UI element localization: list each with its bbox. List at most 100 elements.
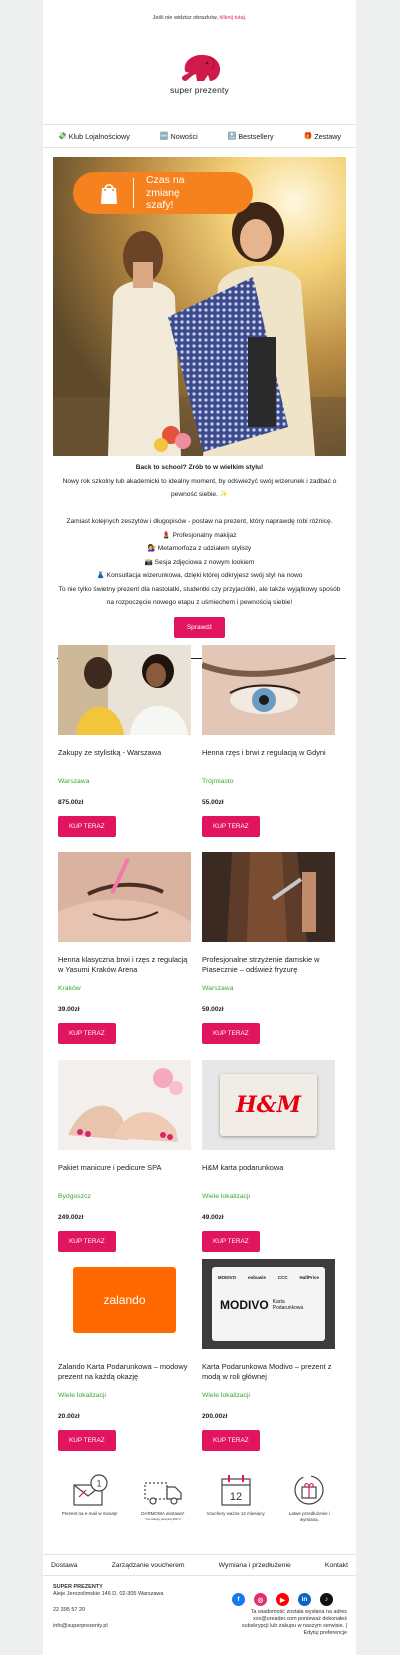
product-photo[interactable]: [58, 645, 191, 735]
modivo-card-label: Karta Podarunkowa: [272, 1299, 304, 1311]
instagram-icon[interactable]: ◎: [254, 1593, 267, 1606]
check-button[interactable]: Sprawdź: [173, 616, 226, 638]
company-email[interactable]: info@superprezenty.pl: [53, 1623, 163, 1630]
zalando-gift-card: zalando: [73, 1267, 176, 1333]
product-card: Henna klasyczna brwi i rzęs z regulacją …: [58, 852, 191, 1044]
product-price: 39.00zł: [58, 1006, 80, 1013]
product-card: MODIVO eobuwie CCC HalfPrice MODIVO Karta P…: [202, 1259, 335, 1451]
product-location: Wiele lokalizacji: [202, 1392, 250, 1399]
intro-list-item: 💇‍♀️ Metamorfoza z udziałem stylisty: [147, 545, 252, 552]
footer-link-delivery[interactable]: Dostawa: [51, 1562, 77, 1569]
product-card: Henna rzęs i brwi z regulacją w Gdyni Tr…: [202, 645, 335, 837]
view-online-link[interactable]: kliknij tutaj.: [220, 15, 247, 21]
footer-navigation: Dostawa Zarządzanie voucherem Wymiana i …: [43, 1554, 356, 1576]
footer-link-exchange[interactable]: Wymiana i przedłużenie: [219, 1562, 291, 1569]
buy-now-button[interactable]: KUP TERAZ: [202, 1231, 260, 1252]
new-icon: 🆕: [159, 133, 169, 140]
product-price: 249.00zł: [58, 1214, 84, 1221]
nav-item-new[interactable]: 🆕 Nowości: [160, 132, 198, 141]
product-photo[interactable]: [202, 645, 335, 735]
envelope-icon: 1: [73, 1474, 108, 1506]
product-price: 875.00zł: [58, 799, 84, 806]
product-title[interactable]: Profesjonalne strzyżenie damskie w Piase…: [202, 955, 335, 975]
shopping-bag-icon: [101, 183, 117, 204]
tiktok-icon[interactable]: ♪: [320, 1593, 333, 1606]
intro-paragraph: Zamiast kolejnych zeszytów i długopisów …: [66, 518, 333, 525]
gift-icon: 🎁: [303, 133, 313, 140]
brand-logo[interactable]: super prezenty: [43, 53, 356, 117]
product-title[interactable]: Karta Podarunkowa Modivo – prezent z mod…: [202, 1362, 335, 1382]
product-photo[interactable]: [58, 1060, 191, 1150]
product-title[interactable]: Henna klasyczna brwi i rzęs z regulacją …: [58, 955, 191, 975]
preheader: Jeśli nie widzisz obrazków, kliknij tuta…: [43, 0, 356, 36]
footer-link-contact[interactable]: Kontakt: [325, 1562, 348, 1569]
features-bar: 1 Prezent na e-mail w minutę! DARMOWA do…: [53, 1473, 346, 1522]
money-icon: 💸: [57, 133, 67, 140]
company-info: SUPER PREZENTY Aleje Jerozolimskie 146 D…: [53, 1584, 163, 1630]
intro-list-item: 👗 Konsultacja wizerunkowa, dzięki której…: [96, 572, 303, 579]
product-photo[interactable]: [58, 852, 191, 942]
product-title[interactable]: Pakiet manicure i pedicure SPA: [58, 1163, 191, 1183]
product-price: 55.00zł: [202, 799, 224, 806]
pill-separator: [133, 178, 134, 208]
facebook-icon[interactable]: f: [232, 1593, 245, 1606]
buy-now-button[interactable]: KUP TERAZ: [202, 1430, 260, 1451]
product-price: 20.00zł: [58, 1413, 80, 1420]
hero-banner[interactable]: Czas na zmianę szafy!: [53, 157, 346, 456]
svg-text:1: 1: [96, 1479, 101, 1489]
nav-item-sets[interactable]: 🎁 Zestawy: [304, 132, 341, 141]
company-phone[interactable]: 22 395 57 20: [53, 1607, 163, 1614]
hero-headline-pill: Czas na zmianę szafy!: [73, 172, 253, 214]
intro-list-item: 📸 Sesja zdjęciowa z nowym lookiem: [144, 558, 255, 566]
product-location: Bydgoszcz: [58, 1193, 91, 1200]
product-price: 200.00zł: [202, 1413, 228, 1420]
product-title[interactable]: Zalando Karta Podarunkowa – modowy preze…: [58, 1362, 191, 1382]
nav-label: Bestsellery: [238, 131, 274, 141]
elephant-logo-icon: [181, 54, 220, 81]
product-location: Trójmiasto: [202, 778, 234, 785]
product-photo[interactable]: zalando: [58, 1259, 191, 1349]
company-address: Aleje Jerozolimskie 146 D, 02-305 Warsza…: [53, 1591, 164, 1597]
product-photo[interactable]: [202, 852, 335, 942]
nav-label: Nowości: [170, 131, 198, 141]
product-card: Profesjonalne strzyżenie damskie w Piase…: [202, 852, 335, 1044]
product-card: Pakiet manicure i pedicure SPA Bydgoszcz…: [58, 1060, 191, 1252]
hm-logo: H&M: [235, 1092, 301, 1118]
product-location: Wiele lokalizacji: [202, 1193, 250, 1200]
legal-notice: Ta wiadomość została wysłana na adres xx…: [241, 1609, 347, 1636]
intro-text: Back to school? Zrób to w wielkim stylu!…: [43, 456, 356, 610]
email-body: Jeśli nie widzisz obrazków, kliknij tuta…: [43, 0, 356, 1655]
buy-now-button[interactable]: KUP TERAZ: [202, 1023, 260, 1044]
product-photo[interactable]: MODIVO eobuwie CCC HalfPrice MODIVO Karta P…: [202, 1259, 335, 1349]
svg-text:12: 12: [230, 1491, 242, 1503]
product-title[interactable]: H&M karta podarunkowa: [202, 1163, 335, 1183]
product-location: Wiele lokalizacji: [58, 1392, 106, 1399]
modivo-brands: MODIVO eobuwie CCC HalfPrice: [217, 1275, 320, 1280]
nav-item-loyalty-club[interactable]: 💸 Klub Lojalnościowy: [58, 132, 130, 141]
brand-name: super prezenty: [169, 85, 230, 95]
linkedin-icon[interactable]: in: [298, 1593, 311, 1606]
product-photo[interactable]: H&M: [202, 1060, 335, 1150]
product-title[interactable]: Henna rzęs i brwi z regulacją w Gdyni: [202, 748, 335, 768]
buy-now-button[interactable]: KUP TERAZ: [58, 1430, 116, 1451]
product-location: Kraków: [58, 985, 81, 992]
buy-now-button[interactable]: KUP TERAZ: [58, 1023, 116, 1044]
nav-label: Klub Lojalnościowy: [68, 131, 130, 141]
footer-link-voucher-management[interactable]: Zarządzanie voucherem: [112, 1562, 185, 1569]
nav-item-bestsellers[interactable]: 🔝 Bestsellery: [228, 132, 274, 141]
buy-now-button[interactable]: KUP TERAZ: [58, 816, 116, 837]
buy-now-button[interactable]: KUP TERAZ: [58, 1231, 116, 1252]
buy-now-button[interactable]: KUP TERAZ: [202, 816, 260, 837]
product-title[interactable]: Zakupy ze stylistką - Warszawa: [58, 748, 191, 768]
youtube-icon[interactable]: ▶: [276, 1593, 289, 1606]
product-card: H&M H&M karta podarunkowa Wiele lokaliza…: [202, 1060, 335, 1252]
intro-list-item: 💄 Profesjonalny makijaż: [162, 531, 237, 539]
intro-paragraph: Nowy rok szkolny lub akademicki to ideal…: [62, 477, 337, 499]
product-price: 49.00zł: [202, 1214, 224, 1221]
product-card: zalando Zalando Karta Podarunkowa – modo…: [58, 1259, 191, 1451]
product-location: Warszawa: [58, 778, 90, 785]
feature-validity: 12 Vouchery ważne 12 miesięcy.: [206, 1473, 266, 1522]
preheader-text: Jeśli nie widzisz obrazków,: [152, 15, 218, 21]
top-icon: 🔝: [227, 133, 237, 140]
feature-email: 1 Prezent na e-mail w minutę!: [60, 1473, 120, 1522]
